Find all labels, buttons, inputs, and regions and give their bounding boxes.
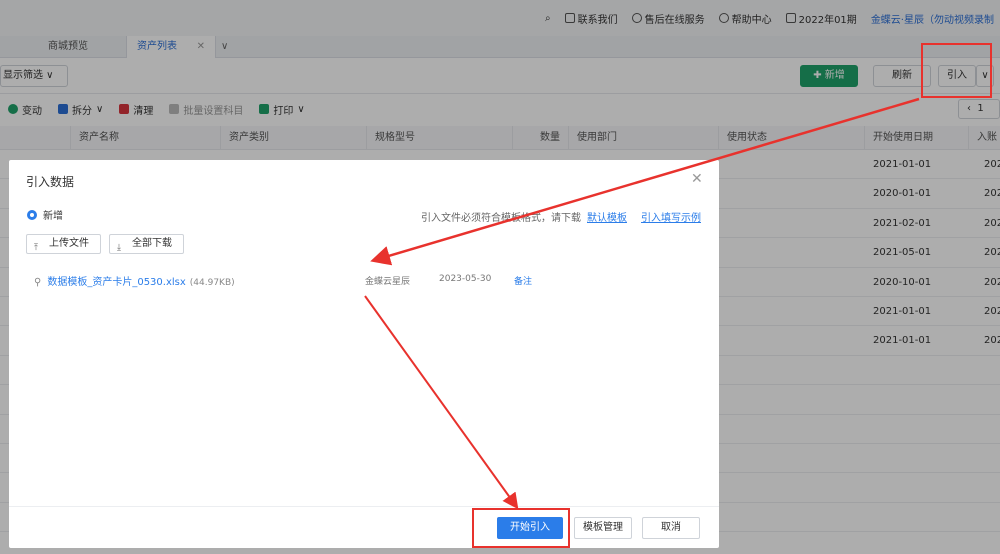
uploaded-file-item[interactable]: ⚲ 数据模板_资产卡片_0530.xlsx (44.97KB) [34,273,235,288]
download-icon: ⤓ [117,243,121,253]
file-name[interactable]: 数据模板_资产卡片_0530.xlsx [47,277,185,288]
upload-icon: ⤒ [34,243,38,253]
close-icon[interactable]: ✕ [691,171,703,187]
import-data-dialog: 引入数据 ✕ 新增 引入文件必须符合模板格式，请下载 默认模板 引入填写示例 ⤒… [9,160,719,548]
file-date: 2023-05-30 [439,274,492,284]
highlight-box-import [921,43,992,98]
file-note-link[interactable]: 备注 [514,274,532,287]
upload-file-button[interactable]: ⤒ 上传文件 [26,234,101,254]
cancel-button[interactable]: 取消 [642,517,700,539]
option-new-radio[interactable]: 新增 [27,207,63,222]
radio-checked-icon [27,209,37,220]
file-org: 金蝶云星辰 [365,277,411,287]
fill-example-link[interactable]: 引入填写示例 [641,209,701,224]
download-all-button[interactable]: ⤓ 全部下载 [109,234,184,254]
template-hint: 引入文件必须符合模板格式，请下载 [421,213,581,224]
template-management-button[interactable]: 模板管理 [574,517,632,539]
default-template-link[interactable]: 默认模板 [587,209,627,224]
file-size: (44.97KB) [189,278,235,288]
paperclip-icon: ⚲ [34,277,42,288]
dialog-title: 引入数据 [26,175,75,189]
footer-divider [9,506,719,507]
highlight-box-start [472,508,570,548]
